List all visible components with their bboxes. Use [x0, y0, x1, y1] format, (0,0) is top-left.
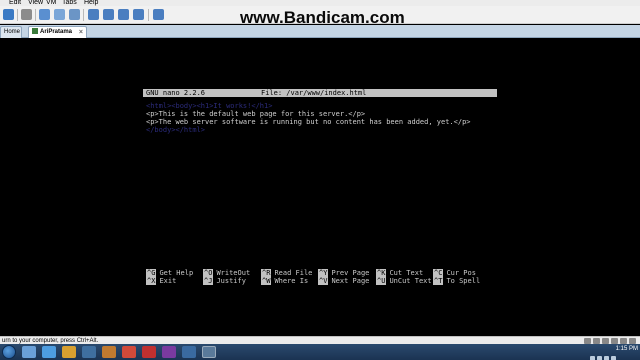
toolbar-separator [83, 9, 84, 21]
revert-snapshot-icon[interactable] [54, 9, 65, 20]
nano-title-bar: GNU nano 2.2.6 File: /var/www/index.html [143, 89, 497, 97]
shortcut-label: Read File [274, 269, 313, 277]
close-icon[interactable]: × [79, 27, 83, 38]
shortcut-key: ^C [433, 269, 444, 277]
tab-aripratama[interactable]: AriPratama × [28, 26, 87, 38]
shortcut-prev-page: ^Y Prev Page [318, 269, 369, 277]
shortcut-writeout: ^O WriteOut [203, 269, 250, 277]
shortcut-where-is: ^W Where Is [261, 277, 308, 285]
tray-icon[interactable] [590, 356, 595, 360]
tray-icon[interactable] [604, 356, 609, 360]
sidebar-toggle-icon[interactable] [88, 9, 99, 20]
editor-line-3: <p>The web server software is running bu… [146, 118, 471, 126]
thumbnail-icon[interactable] [103, 9, 114, 20]
shortcut-get-help: ^G Get Help [146, 269, 193, 277]
tab-home[interactable]: Home [0, 26, 22, 38]
console-view-icon[interactable] [153, 9, 164, 20]
unity-icon[interactable] [133, 9, 144, 20]
shortcut-uncut-text: ^U UnCut Text [376, 277, 432, 285]
system-tray [588, 348, 616, 360]
shortcut-key: ^X [146, 277, 157, 285]
shortcut-key: ^K [376, 269, 387, 277]
media-player-icon[interactable] [82, 346, 96, 358]
shortcut-key: ^G [146, 269, 157, 277]
clock[interactable]: 1:15 PM [616, 345, 638, 359]
app-icon[interactable] [102, 346, 116, 358]
shortcut-exit: ^X Exit [146, 277, 176, 285]
clock-time: 1:15 PM [615, 346, 638, 352]
shortcut-label: Get Help [159, 269, 194, 277]
vm-toolbar: www.Bandicam.com [0, 6, 640, 27]
editor-line-1: <html><body><h1>It works!</h1> [146, 102, 273, 110]
shortcut-key: ^W [261, 277, 272, 285]
shortcut-key: ^V [318, 277, 329, 285]
power-icon[interactable] [3, 9, 14, 20]
guest-console[interactable]: GNU nano 2.2.6 File: /var/www/index.html… [0, 39, 640, 336]
shortcut-key: ^Y [318, 269, 329, 277]
explorer-icon[interactable] [22, 346, 36, 358]
shortcut-to-spell: ^T To Spell [433, 277, 480, 285]
shortcut-key: ^J [203, 277, 214, 285]
shortcut-label: Exit [159, 277, 177, 285]
shortcut-cur-pos: ^C Cur Pos [433, 269, 476, 277]
shortcut-label: Where Is [274, 277, 309, 285]
vm-status-bar: urn to your computer, press Ctrl+Alt. [0, 336, 640, 344]
shortcut-key: ^O [203, 269, 214, 277]
nano-version: GNU nano 2.2.6 [146, 89, 206, 97]
shortcut-read-file: ^R Read File [261, 269, 312, 277]
fullscreen-icon[interactable] [118, 9, 129, 20]
tray-icon[interactable] [597, 356, 602, 360]
terminal-icon[interactable] [202, 346, 216, 358]
nano-filename: File: /var/www/index.html [261, 89, 367, 97]
shortcut-next-page: ^V Next Page [318, 277, 369, 285]
shortcut-label: Next Page [331, 277, 370, 285]
shortcut-label: UnCut Text [389, 277, 432, 285]
ie-icon[interactable] [42, 346, 56, 358]
bandicam-icon[interactable] [142, 346, 156, 358]
shortcut-key: ^U [376, 277, 387, 285]
shortcut-justify: ^J Justify [203, 277, 246, 285]
vmware-icon[interactable] [182, 346, 196, 358]
editor-line-4: </body></html> [146, 126, 206, 134]
shortcut-key: ^T [433, 277, 444, 285]
vm-icon [32, 28, 38, 34]
shortcut-label: WriteOut [216, 269, 251, 277]
chrome-icon[interactable] [122, 346, 136, 358]
tab-home-label: Home [4, 29, 21, 35]
shortcut-label: To Spell [446, 277, 481, 285]
snapshot-icon[interactable] [39, 9, 50, 20]
send-keys-icon[interactable] [21, 9, 32, 20]
folder-icon[interactable] [62, 346, 76, 358]
shortcut-label: Prev Page [331, 269, 370, 277]
toolbar-separator [17, 9, 18, 21]
tab-aripratama-label: AriPratama [40, 29, 73, 35]
editor-line-2: <p>This is the default web page for this… [146, 110, 366, 118]
toolbar-separator [148, 9, 149, 21]
toolbar-separator [35, 9, 36, 21]
shortcut-label: Cut Text [389, 269, 424, 277]
snapshot-manager-icon[interactable] [69, 9, 80, 20]
shortcut-label: Justify [216, 277, 246, 285]
shortcut-cut-text: ^K Cut Text [376, 269, 423, 277]
shortcut-key: ^R [261, 269, 272, 277]
shortcut-label: Cur Pos [446, 269, 476, 277]
vm-tab-strip: Home AriPratama × [0, 25, 640, 38]
app-icon[interactable] [162, 346, 176, 358]
start-button[interactable] [2, 345, 16, 359]
host-taskbar: 1:15 PM [0, 344, 640, 360]
